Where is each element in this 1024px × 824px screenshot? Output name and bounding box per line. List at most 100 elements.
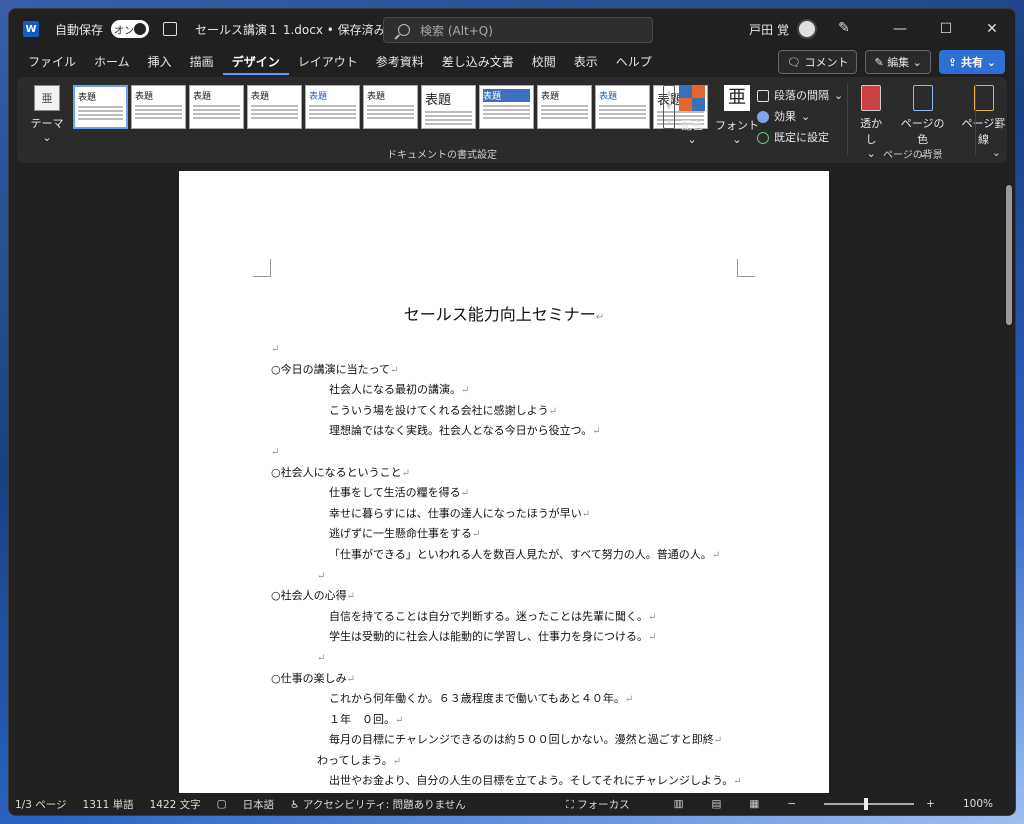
paragraph-mark: ↵ — [271, 344, 280, 355]
style-preview-line — [483, 109, 530, 111]
zoom-level[interactable]: 100% — [963, 798, 993, 810]
zoom-slider-knob[interactable] — [864, 798, 869, 810]
paragraph-mark: ↵ — [592, 426, 601, 438]
document-line: ○仕事の楽しみ↵ — [271, 669, 751, 690]
scrollbar-thumb[interactable] — [1006, 185, 1012, 325]
zoom-slider[interactable] — [824, 798, 915, 810]
document-line: ↵ — [271, 648, 751, 669]
watermark-button[interactable]: 透かし ⌄ — [857, 85, 885, 160]
style-set-heading: 表題 — [309, 92, 328, 102]
focus-button[interactable]: ⛶ フォーカス — [566, 797, 645, 812]
style-preview-line — [78, 114, 123, 116]
style-preview-line — [251, 109, 298, 111]
fonts-button[interactable]: 亜 フォント ⌄ — [715, 85, 759, 146]
tab-layout[interactable]: レイアウト — [289, 49, 367, 75]
document-line-text: 学生は受動的に社会人は能動的に学習し、仕事力を身につける。 — [329, 630, 648, 644]
focus-label: フォーカス — [577, 798, 630, 811]
paragraph-mark: ↵ — [317, 652, 326, 664]
share-button[interactable]: ⇪ 共有 ⌄ — [938, 50, 1005, 74]
themes-button[interactable]: 亜 テーマ ⌄ — [27, 85, 67, 144]
title-right-controls: 戸田 覚 ✎ — ☐ ✕ — [749, 9, 1015, 49]
document-line-text: わってしまう。 — [317, 753, 393, 767]
style-set-thumbnail[interactable]: 表題 — [537, 85, 592, 129]
zoom-out-button[interactable]: − — [787, 798, 796, 810]
paragraph-spacing-button[interactable]: 段落の間隔 ⌄ — [757, 85, 843, 106]
ribbon-collapse-icon[interactable]: ⌄ — [992, 146, 1001, 159]
tab-review[interactable]: 校閲 — [523, 49, 565, 75]
style-set-thumbnail[interactable]: 表題 — [131, 85, 186, 129]
document-page[interactable]: セールス能力向上セミナー↵ ↵ ○今日の講演に当たって↵ 社会人になる最初の講演。↵… — [179, 171, 829, 808]
style-preview-line — [78, 106, 123, 108]
document-body: ↵ ○今日の講演に当たって↵ 社会人になる最初の講演。↵ こういう場を設けてくれる会社… — [271, 339, 751, 813]
document-area: セールス能力向上セミナー↵ ↵ ○今日の講演に当たって↵ 社会人になる最初の講演。↵… — [9, 167, 1015, 808]
save-icon[interactable] — [163, 22, 178, 36]
paragraph-mark: ↵ — [390, 364, 399, 376]
style-preview-line — [483, 105, 530, 107]
menu-right-actions: 🗨 コメント ✎ 編集 ⌄ ⇪ 共有 ⌄ — [778, 49, 1005, 75]
style-set-thumbnail[interactable]: 表題 — [73, 85, 128, 129]
tab-view[interactable]: 表示 — [565, 49, 607, 75]
tab-help[interactable]: ヘルプ — [607, 49, 661, 75]
effects-button[interactable]: 効果 ⌄ — [757, 106, 843, 127]
colors-button[interactable]: 配色 ⌄ — [679, 85, 705, 146]
paragraph-mark: ↵ — [460, 488, 470, 500]
autosave-toggle[interactable]: オン — [111, 20, 150, 38]
style-preview-line — [135, 105, 182, 107]
paragraph-mark: ↵ — [648, 632, 657, 644]
style-preview-line — [135, 109, 182, 111]
print-layout-icon[interactable]: ▤ — [712, 798, 722, 810]
proofing-icon[interactable]: ▢ — [217, 798, 227, 810]
comment-button[interactable]: 🗨 コメント — [778, 50, 858, 74]
chevron-down-icon: ⌄ — [687, 133, 697, 146]
tab-references[interactable]: 参考資料 — [367, 49, 433, 75]
style-preview-line — [251, 117, 298, 119]
style-preview-line — [193, 117, 240, 119]
document-line: 社会人になる最初の講演。↵ — [271, 380, 751, 401]
style-preview-line — [599, 117, 646, 119]
tab-home[interactable]: ホーム — [85, 49, 139, 75]
tab-design[interactable]: デザイン — [222, 49, 289, 75]
ribbon-tabs: ファイル ホーム 挿入 描画 デザイン レイアウト 参考資料 差し込み文書 校閲… — [9, 49, 1015, 75]
tab-mailings[interactable]: 差し込み文書 — [433, 49, 523, 75]
watermark-icon — [861, 85, 882, 111]
word-count[interactable]: 1311 単語 — [83, 797, 134, 812]
close-button[interactable]: ✕ — [969, 21, 1015, 37]
page-border-label: ページ罫線 — [961, 117, 1006, 146]
tab-insert[interactable]: 挿入 — [139, 49, 181, 75]
style-set-thumbnail[interactable]: 表題 — [363, 85, 418, 129]
gallery-scroll[interactable]: ▲ ▼ ▾ — [663, 85, 675, 129]
read-mode-icon[interactable]: ▥ — [674, 798, 684, 810]
web-layout-icon[interactable]: ▦ — [749, 798, 759, 810]
style-set-thumbnail[interactable]: 表題 — [595, 85, 650, 129]
accessibility-status[interactable]: ♿ アクセシビリティ: 問題ありません — [290, 797, 482, 812]
document-title[interactable]: セールス講演１ 1.docx • 保存済み ⌄ — [195, 21, 402, 38]
tab-file[interactable]: ファイル — [19, 49, 85, 75]
document-title-text: セールス講演１ 1.docx • 保存済み — [195, 22, 386, 37]
document-line-text: これから何年働くか。６３歳程度まで働いてもあと４０年。 — [329, 692, 625, 706]
maximize-button[interactable]: ☐ — [923, 21, 969, 37]
tab-draw[interactable]: 描画 — [181, 49, 223, 75]
user-name[interactable]: 戸田 覚 — [749, 21, 789, 38]
page-border-icon — [973, 85, 994, 111]
zoom-in-button[interactable]: + — [926, 798, 935, 810]
designer-pen-icon[interactable]: ✎ — [835, 20, 853, 38]
style-set-thumbnail[interactable]: 表題 — [247, 85, 302, 129]
avatar[interactable] — [797, 19, 817, 39]
style-preview-line — [251, 113, 298, 115]
char-count[interactable]: 1422 文字 — [150, 797, 201, 812]
edit-button[interactable]: ✎ 編集 ⌄ — [865, 50, 931, 74]
style-set-thumbnail[interactable]: 表題 — [189, 85, 244, 129]
style-set-thumbnail[interactable]: 表題 — [305, 85, 360, 129]
paragraph-mark: ↵ — [733, 776, 742, 788]
word-logo-icon: W — [23, 21, 39, 37]
style-set-thumbnail[interactable]: 表題 — [421, 85, 476, 129]
page-count[interactable]: 1/3 ページ — [15, 797, 67, 812]
set-default-button[interactable]: 既定に設定 — [757, 127, 843, 148]
minimize-button[interactable]: — — [877, 21, 923, 37]
search-box[interactable]: 検索 (Alt+Q) — [383, 17, 653, 43]
language-label[interactable]: 日本語 — [243, 797, 275, 812]
style-set-thumbnail[interactable]: 表題 — [479, 85, 534, 129]
set-default-label: 既定に設定 — [774, 131, 829, 144]
style-set-heading: 表題 — [367, 92, 386, 102]
vertical-scrollbar[interactable] — [1005, 171, 1013, 791]
